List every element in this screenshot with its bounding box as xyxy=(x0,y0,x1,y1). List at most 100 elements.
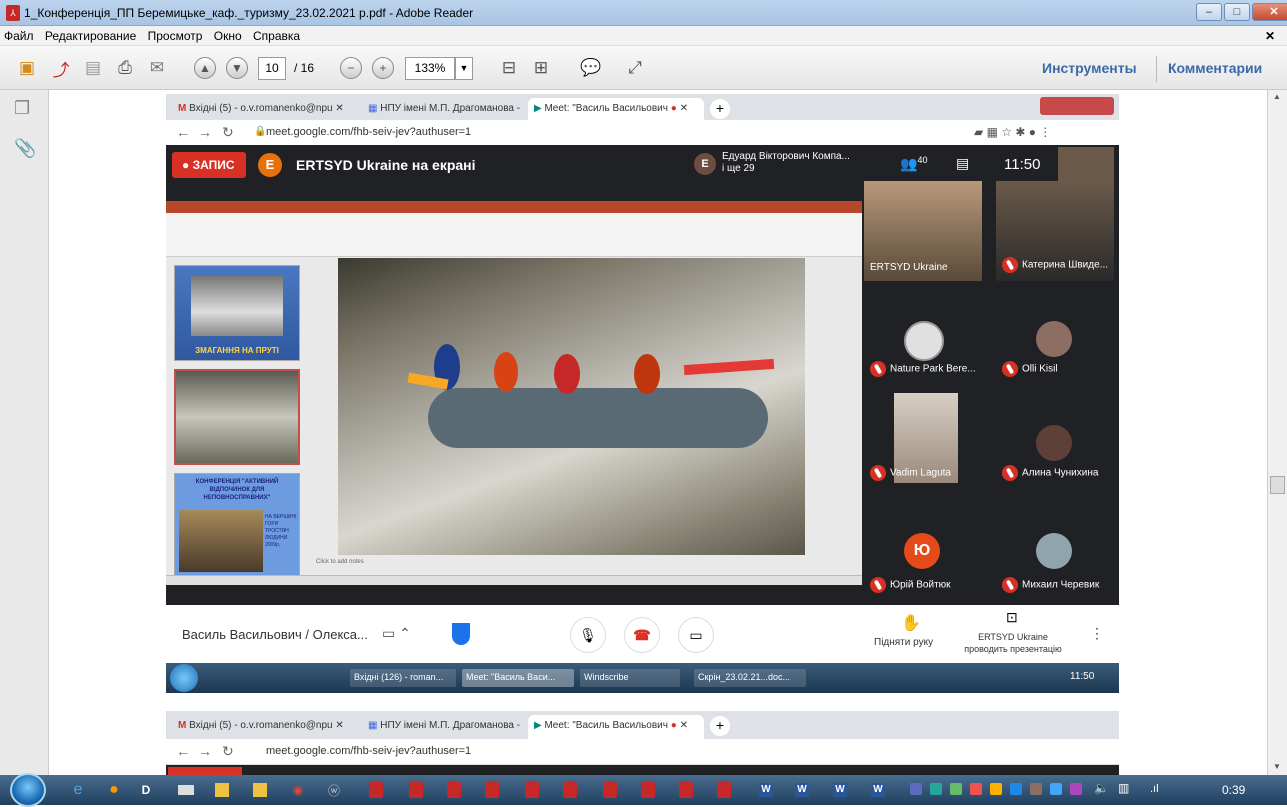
presenting-status[interactable]: ERTSYD Ukraine проводить презентацію xyxy=(956,631,1070,655)
create-pdf-icon[interactable]: ▣ xyxy=(14,55,40,81)
hangup-button[interactable]: ☎ xyxy=(624,617,660,653)
browser-tab-npu[interactable]: ▦ НПУ імені М.П. Драгоманова - ✕ xyxy=(362,98,522,122)
word-task-icon[interactable]: W xyxy=(750,779,782,801)
scroll-up-icon[interactable]: ▲ xyxy=(1273,92,1281,101)
participant-tile[interactable]: Ю Юрій Войтюк xyxy=(864,497,982,601)
pdf-task-icon[interactable] xyxy=(476,779,508,801)
back-icon[interactable]: ← xyxy=(176,124,190,140)
tray-icon[interactable] xyxy=(950,783,962,795)
tray-icon[interactable] xyxy=(910,783,922,795)
maximize-button[interactable]: □ xyxy=(1224,3,1250,21)
browser-window-controls[interactable] xyxy=(1040,97,1114,115)
browser-tab-gmail[interactable]: M Вхідні (5) - o.v.romanenko@npu ✕ xyxy=(172,98,358,122)
pdf-task-icon[interactable] xyxy=(400,779,432,801)
meeting-details-icon[interactable]: ▭ ⌃ xyxy=(382,625,411,642)
new-tab-button[interactable]: + xyxy=(710,99,730,119)
slide-thumb-2-selected[interactable] xyxy=(174,369,300,465)
people-icon[interactable]: 👥40 xyxy=(900,155,927,173)
minimize-button[interactable]: – xyxy=(1196,3,1222,21)
microphone-button[interactable]: 🎙 xyxy=(570,617,606,653)
browser-extension-icons[interactable]: ▰ ▦ ☆ ✱ ● ⋮ xyxy=(974,125,1051,139)
pdf-task-icon[interactable] xyxy=(594,779,626,801)
email-icon[interactable]: ✉ xyxy=(144,55,170,81)
raise-hand-label[interactable]: Підняти руку xyxy=(874,637,933,648)
fit-width-icon[interactable]: ⊞ xyxy=(528,55,554,81)
ie-icon[interactable]: e xyxy=(62,779,94,801)
attachments-icon[interactable]: 📎 xyxy=(14,138,36,159)
comment-icon[interactable]: 💬 xyxy=(578,55,604,81)
close-button[interactable]: ✕ xyxy=(1252,3,1287,21)
menu-window[interactable]: Окно xyxy=(210,26,246,46)
menu-close-icon[interactable]: ✕ xyxy=(1261,26,1279,46)
slide-thumb-3[interactable]: КОНФЕРЕНЦІЯ "АКТИВНИЙ ВІДПОЧИНОК ДЛЯ НЕП… xyxy=(174,473,300,577)
pdf-task-icon[interactable] xyxy=(632,779,664,801)
slide-notes[interactable]: Click to add notes xyxy=(316,559,364,565)
participant-tile[interactable]: Olli Kisil xyxy=(996,285,1114,385)
word-task-icon[interactable]: W xyxy=(824,779,856,801)
menu-help[interactable]: Справка xyxy=(249,26,304,46)
scrollbar-thumb[interactable] xyxy=(1270,476,1285,494)
word-task-icon[interactable]: W xyxy=(786,779,818,801)
desktop-icon[interactable] xyxy=(170,779,202,801)
menu-view[interactable]: Просмотр xyxy=(144,26,207,46)
zoom-dropdown-icon[interactable]: ▼ xyxy=(455,57,473,80)
tray-icon[interactable] xyxy=(1050,783,1062,795)
more-options-icon[interactable]: ⋮ xyxy=(1090,625,1104,642)
present-icon[interactable]: ⊡ xyxy=(1006,609,1018,626)
tray-icon[interactable] xyxy=(930,783,942,795)
menu-edit[interactable]: Редактирование xyxy=(41,26,140,46)
menu-file[interactable]: Файл xyxy=(0,26,38,46)
chat-icon[interactable]: ▤ xyxy=(956,155,969,172)
pdf-task-icon[interactable] xyxy=(554,779,586,801)
page-number-input[interactable]: 10 xyxy=(258,57,286,80)
browser-tab-meet[interactable]: ▶ Meet: "Василь Васильович ● ✕ xyxy=(528,98,704,122)
participant-tile[interactable]: Nature Park Bere... xyxy=(864,285,982,385)
firefox-icon[interactable]: ● xyxy=(98,779,130,801)
meeting-title[interactable]: Василь Васильович / Олекса... xyxy=(182,627,368,642)
participant-tile[interactable]: Алина Чунихина xyxy=(996,389,1114,489)
tray-icon[interactable] xyxy=(1010,783,1022,795)
pdf-task-icon[interactable] xyxy=(360,779,392,801)
vertical-scrollbar[interactable]: ▲ ▼ xyxy=(1267,90,1287,775)
participant-tile[interactable]: Катерина Швиде... xyxy=(996,181,1114,281)
print-icon[interactable]: ⎙ xyxy=(112,55,138,81)
participant-tile[interactable]: Vadim Laguta xyxy=(864,389,982,489)
reload-icon[interactable]: ↻ xyxy=(222,124,234,141)
tray-icon[interactable] xyxy=(990,783,1002,795)
zoom-input[interactable]: 133% xyxy=(405,57,455,80)
url-text[interactable]: meet.google.com/fhb-seiv-jev?authuser=1 xyxy=(266,126,471,138)
tray-icon[interactable] xyxy=(1070,783,1082,795)
pdf-task-icon[interactable] xyxy=(670,779,702,801)
signal-icon[interactable]: .ıl xyxy=(1150,783,1159,795)
tools-link[interactable]: Инструменты xyxy=(1042,60,1137,76)
zoom-out-icon[interactable]: − xyxy=(340,57,362,79)
next-page-icon[interactable]: ▼ xyxy=(226,57,248,79)
chrome-icon[interactable]: ◉ xyxy=(282,779,314,801)
shield-icon[interactable] xyxy=(452,623,470,645)
pdf-task-icon[interactable] xyxy=(438,779,470,801)
taskbar-clock[interactable]: 0:39 xyxy=(1222,783,1245,797)
raise-hand-icon[interactable]: ✋ xyxy=(896,613,926,633)
windscribe-icon[interactable]: ⓦ xyxy=(318,779,350,801)
fullscreen-icon[interactable]: ⤢ xyxy=(622,55,648,81)
forward-icon[interactable]: → xyxy=(198,124,212,140)
zoom-in-icon[interactable]: + xyxy=(372,57,394,79)
pdf-task-icon[interactable] xyxy=(708,779,740,801)
volume-icon[interactable]: 🔈 xyxy=(1094,781,1109,795)
network-icon[interactable]: ▥ xyxy=(1118,781,1129,795)
pdf-task-icon[interactable] xyxy=(516,779,548,801)
tray-icon[interactable] xyxy=(1030,783,1042,795)
fit-page-icon[interactable]: ⊟ xyxy=(496,55,522,81)
scroll-down-icon[interactable]: ▼ xyxy=(1273,762,1281,771)
participant-tile[interactable]: ERTSYD Ukraine xyxy=(864,181,982,281)
start-button[interactable] xyxy=(10,773,46,807)
prev-page-icon[interactable]: ▲ xyxy=(194,57,216,79)
comments-link[interactable]: Комментарии xyxy=(1168,60,1262,76)
word-task-icon[interactable]: W xyxy=(862,779,894,801)
folder-icon[interactable] xyxy=(206,779,238,801)
save-icon[interactable]: ▤ xyxy=(80,55,106,81)
page-thumbnails-icon[interactable]: ❐ xyxy=(14,98,30,119)
export-pdf-icon[interactable]: ⤴ xyxy=(48,55,74,81)
participant-tile[interactable]: Михаил Черевик xyxy=(996,497,1114,601)
tray-icon[interactable] xyxy=(970,783,982,795)
